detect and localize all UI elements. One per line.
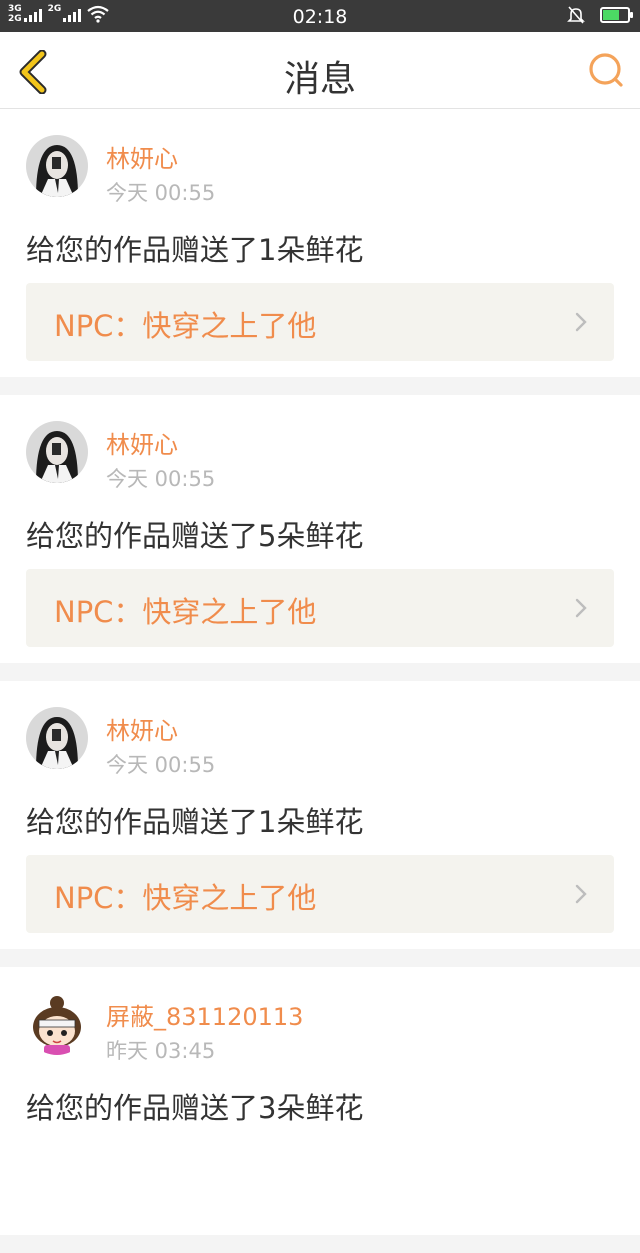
work-title: NPC：快穿之上了他 (54, 595, 317, 629)
message-text: 给您的作品赠送了5朵鲜花 (26, 519, 364, 553)
avatar[interactable] (26, 993, 88, 1055)
status-right (566, 5, 633, 25)
message-time: 昨天 03:45 (106, 1039, 216, 1063)
page-title: 消息 (283, 59, 356, 100)
status-bar: 3G 2G 2G 02:18 (0, 0, 640, 32)
message-list: 林妍心 今天 00:55 给您的作品赠送了1朵鲜花 NPC：快穿之上了他 林妍心… (0, 109, 640, 1253)
message-card: 林妍心 今天 00:55 给您的作品赠送了1朵鲜花 NPC：快穿之上了他 (0, 681, 640, 949)
message-card: 林妍心 今天 00:55 给您的作品赠送了1朵鲜花 NPC：快穿之上了他 (0, 109, 640, 377)
status-time: 02:18 (292, 6, 348, 28)
message-card: 屏蔽_831120113 昨天 03:45 给您的作品赠送了3朵鲜花 (0, 967, 640, 1235)
message-card: 林妍心 今天 00:55 给您的作品赠送了5朵鲜花 NPC：快穿之上了他 (0, 395, 640, 663)
chevron-right-icon (575, 884, 587, 904)
avatar[interactable] (26, 707, 88, 769)
chevron-right-icon (575, 598, 587, 618)
silent-bell-icon (567, 6, 585, 24)
nav-bar: 消息 (0, 32, 640, 109)
work-link[interactable]: NPC：快穿之上了他 (26, 855, 614, 933)
search-icon[interactable] (586, 50, 626, 90)
message-time: 今天 00:55 (106, 181, 216, 205)
message-time: 今天 00:55 (106, 467, 216, 491)
message-text: 给您的作品赠送了1朵鲜花 (26, 233, 364, 267)
message-text: 给您的作品赠送了3朵鲜花 (26, 1091, 364, 1125)
avatar[interactable] (26, 421, 88, 483)
message-time: 今天 00:55 (106, 753, 216, 777)
user-name[interactable]: 林妍心 (106, 139, 178, 174)
user-name[interactable]: 屏蔽_831120113 (106, 997, 303, 1032)
work-link[interactable]: NPC：快穿之上了他 (26, 283, 614, 361)
user-name[interactable]: 林妍心 (106, 425, 178, 460)
work-link[interactable]: NPC：快穿之上了他 (26, 569, 614, 647)
avatar[interactable] (26, 135, 88, 197)
user-name[interactable]: 林妍心 (106, 711, 178, 746)
work-title: NPC：快穿之上了他 (54, 309, 317, 343)
message-text: 给您的作品赠送了1朵鲜花 (26, 805, 364, 839)
work-title: NPC：快穿之上了他 (54, 881, 317, 915)
battery-charging-icon (600, 7, 633, 23)
chevron-right-icon (575, 312, 587, 332)
